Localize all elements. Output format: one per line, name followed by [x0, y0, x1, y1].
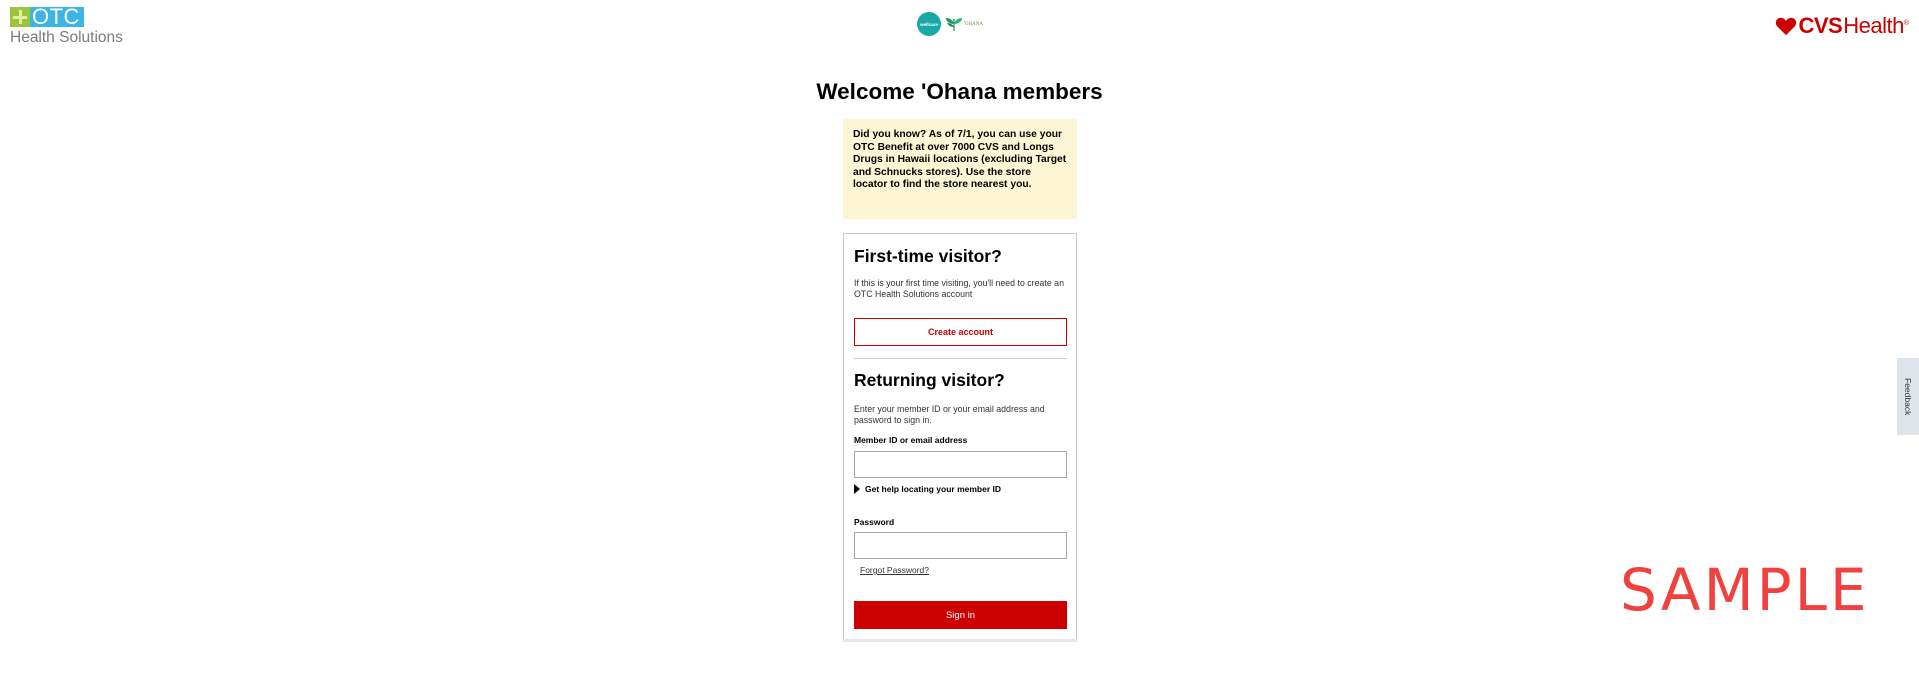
wellcare-logo-text: wellcare — [920, 21, 938, 27]
store-notice: Did you know? As of 7/1, you can use you… — [843, 119, 1077, 219]
caret-right-icon — [854, 484, 860, 494]
first-time-text: If this is your first time visiting, you… — [854, 278, 1064, 299]
feedback-label: Feedback — [1903, 377, 1913, 416]
wellcare-logo: wellcare — [917, 12, 941, 36]
otc-cross-icon — [10, 7, 30, 27]
returning-heading: Returning visitor? — [854, 370, 1005, 390]
first-time-heading: First-time visitor? — [854, 246, 1002, 266]
login-card: First-time visitor? If this is your firs… — [843, 233, 1077, 642]
page-title: Welcome 'Ohana members — [816, 79, 1103, 104]
password-label: Password — [854, 517, 895, 527]
card-bottom-edge — [843, 639, 1077, 642]
partner-logos: wellcare 'OHANA — [917, 11, 983, 37]
sample-watermark: SAMPLE — [1620, 556, 1870, 624]
member-id-label: Member ID or email address — [854, 435, 968, 445]
cvs-logo-bold-text: CVS — [1798, 12, 1843, 38]
cvs-logo-text: Health — [1843, 12, 1904, 38]
member-id-help-toggle[interactable]: Get help locating your member ID — [854, 484, 1001, 494]
otc-health-solutions-logo[interactable]: OTC Health Solutions — [10, 6, 130, 46]
create-account-button[interactable]: Create account — [854, 318, 1067, 346]
section-divider — [854, 358, 1067, 359]
sign-in-button[interactable]: Sign in — [854, 601, 1067, 629]
member-id-input[interactable] — [854, 451, 1067, 478]
ohana-logo-text: 'OHANA — [964, 21, 983, 27]
otc-logo-text: OTC — [30, 6, 84, 28]
store-notice-text: Did you know? As of 7/1, you can use you… — [853, 129, 1067, 190]
ohana-leaf-icon — [946, 18, 962, 31]
cvs-heart-icon — [1776, 17, 1797, 35]
cvs-health-logo[interactable]: CVS Health ® — [1775, 12, 1909, 39]
ohana-logo: 'OHANA — [945, 12, 983, 36]
forgot-password-link[interactable]: Forgot Password? — [860, 565, 929, 575]
member-id-help-label: Get help locating your member ID — [865, 484, 1002, 494]
otc-logo-subtitle: Health Solutions — [10, 29, 123, 46]
feedback-tab[interactable]: Feedback — [1897, 358, 1919, 435]
password-input[interactable] — [854, 532, 1067, 559]
returning-text: Enter your member ID or your email addre… — [854, 404, 1045, 425]
cvs-registered-mark: ® — [1903, 20, 1909, 27]
